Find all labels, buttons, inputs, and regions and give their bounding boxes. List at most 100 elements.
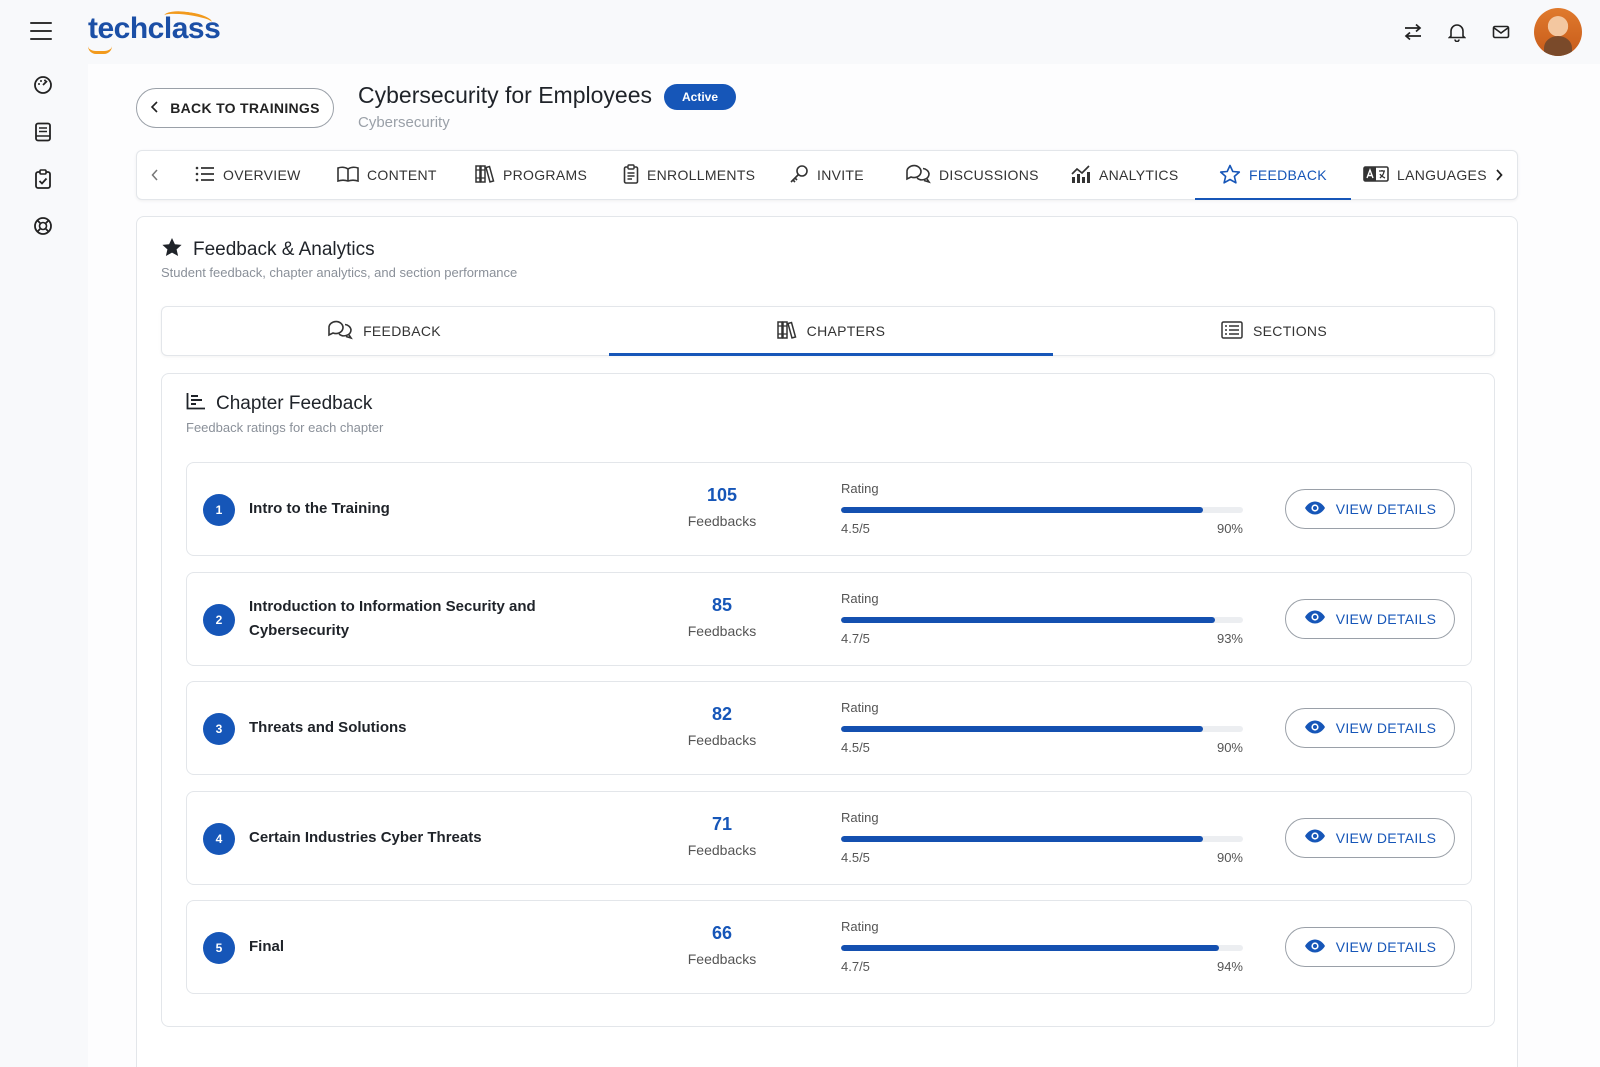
feedback-analytics-panel: Feedback & Analytics Student feedback, c…	[136, 216, 1518, 1067]
panel-title: Feedback & Analytics	[161, 237, 375, 263]
key-icon	[789, 164, 809, 187]
chapter-row: 2 Introduction to Information Security an…	[186, 571, 1472, 666]
rating-label: Rating	[841, 481, 879, 496]
rating-progress-bar	[841, 835, 1243, 842]
avatar[interactable]	[1534, 8, 1582, 56]
tab-label: CONTENT	[367, 167, 437, 183]
rating-value: 4.7/5	[841, 630, 870, 646]
tab-label: OVERVIEW	[223, 167, 301, 183]
subtab-sections[interactable]: SECTIONS	[1052, 307, 1496, 355]
eye-icon	[1304, 829, 1326, 846]
sub-tabs: FEEDBACK CHAPTERS SECTIONS	[161, 306, 1495, 356]
chapter-name: Threats and Solutions	[249, 682, 589, 774]
view-details-button[interactable]: VIEW DETAILS	[1285, 927, 1455, 967]
chat-icon	[905, 164, 931, 187]
rating-percent: 93%	[1216, 630, 1243, 646]
rating-label: Rating	[841, 809, 879, 825]
chapter-number-badge: 1	[203, 494, 235, 526]
feedback-count: 66	[711, 923, 733, 943]
rating-value: 4.5/5	[841, 521, 870, 536]
chapter-name: Final	[249, 901, 589, 993]
rating-progress-fill	[841, 726, 1203, 732]
tab-languages[interactable]: LANGUAGES	[1363, 151, 1487, 199]
tab-overview[interactable]: OVERVIEW	[195, 151, 301, 199]
subtab-feedback[interactable]: FEEDBACK	[162, 307, 606, 355]
list-box-icon	[1221, 320, 1243, 342]
tab-programs[interactable]: PROGRAMS	[475, 151, 587, 199]
tab-analytics[interactable]: ANALYTICS	[1071, 151, 1178, 199]
logo-swoosh	[88, 46, 112, 54]
rating-progress-fill	[841, 835, 1203, 842]
open-book-icon	[337, 166, 359, 185]
tab-label: LANGUAGES	[1397, 167, 1487, 183]
subtab-label: CHAPTERS	[806, 323, 886, 339]
chevron-right-icon[interactable]	[1489, 165, 1509, 185]
feedback-count: 71	[711, 813, 733, 834]
chapter-name: Certain Industries Cyber Threats	[249, 792, 589, 884]
feedback-count: 105	[706, 485, 738, 505]
bar-list-icon	[186, 392, 206, 416]
chapter-number-badge: 2	[203, 603, 235, 636]
tab-invite[interactable]: INVITE	[789, 151, 864, 199]
tab-feedback[interactable]: FEEDBACK	[1195, 151, 1351, 200]
panel-title-text: Feedback & Analytics	[193, 239, 375, 260]
view-details-button[interactable]: VIEW DETAILS	[1285, 817, 1455, 858]
mail-icon[interactable]	[1490, 21, 1512, 43]
dashboard-icon[interactable]	[32, 74, 54, 96]
logo[interactable]: techclass	[88, 8, 221, 54]
bell-icon[interactable]	[1446, 21, 1468, 43]
chapter-name: Intro to the Training	[249, 463, 589, 555]
rating-progress-bar	[841, 616, 1243, 623]
tab-discussions[interactable]: DISCUSSIONS	[905, 151, 1039, 199]
view-details-label: VIEW DETAILS	[1335, 829, 1437, 846]
rating-progress-bar	[841, 945, 1243, 951]
chat-icon	[327, 320, 353, 343]
chapter-name-text: Intro to the Training	[249, 500, 390, 517]
tab-content[interactable]: CONTENT	[337, 151, 437, 199]
page-title: Cybersecurity for Employees	[358, 82, 652, 108]
view-details-label: VIEW DETAILS	[1335, 501, 1437, 517]
rating-label: Rating	[841, 590, 879, 606]
tab-label: ANALYTICS	[1099, 167, 1179, 183]
view-details-label: VIEW DETAILS	[1335, 939, 1437, 955]
star-outline-icon	[1219, 164, 1241, 187]
chapter-feedback-card: Chapter Feedback Feedback ratings for ea…	[161, 373, 1495, 1027]
view-details-button[interactable]: VIEW DETAILS	[1285, 598, 1455, 639]
chevron-left-icon[interactable]	[145, 165, 165, 185]
hamburger-icon[interactable]	[30, 22, 52, 40]
feedback-count-label: Feedbacks	[687, 841, 757, 858]
back-to-trainings-button[interactable]: BACK TO TRAININGS	[136, 88, 334, 128]
chapter-row: 5 Final 66 Feedbacks Rating 4.7/5 94% VIEW DETA…	[186, 900, 1472, 994]
eye-icon	[1304, 610, 1326, 627]
rating-value: 4.5/5	[841, 849, 870, 865]
rating-progress-fill	[841, 945, 1219, 951]
rating-label: Rating	[841, 700, 879, 715]
rating-percent: 90%	[1216, 740, 1243, 755]
subtab-label: SECTIONS	[1253, 323, 1327, 339]
chapter-row: 3 Threats and Solutions 82 Feedbacks Rating 4…	[186, 681, 1472, 775]
rating-value: 4.7/5	[841, 959, 870, 974]
chapter-row: 1 Intro to the Training 105 Feedbacks Rating…	[186, 462, 1472, 556]
view-details-button[interactable]: VIEW DETAILS	[1285, 708, 1455, 748]
list-icon	[195, 166, 215, 185]
rating-percent: 94%	[1216, 959, 1243, 974]
rating-progress-fill	[841, 507, 1203, 513]
feedback-count-label: Feedbacks	[687, 732, 757, 748]
tab-enrollments[interactable]: ENROLLMENTS	[623, 151, 755, 199]
main-content: BACK TO TRAININGS Cybersecurity for Empl…	[88, 64, 1600, 1067]
lifebuoy-icon[interactable]	[32, 215, 54, 237]
view-details-label: VIEW DETAILS	[1335, 610, 1437, 627]
chapter-name-text: Certain Industries Cyber Threats	[249, 828, 482, 846]
chevron-left-icon	[150, 100, 160, 116]
chapter-feedback-title: Chapter Feedback	[186, 392, 372, 416]
clipboard-check-icon[interactable]	[32, 168, 54, 190]
eye-icon	[1304, 501, 1326, 518]
swap-icon[interactable]	[1402, 21, 1424, 43]
panel-subtitle: Student feedback, chapter analytics, and…	[161, 265, 518, 280]
book-icon[interactable]	[32, 121, 54, 143]
chapter-name: Introduction to Information Security and…	[249, 573, 589, 665]
view-details-label: VIEW DETAILS	[1335, 720, 1437, 736]
subtab-chapters[interactable]: CHAPTERS	[609, 307, 1053, 356]
view-details-button[interactable]: VIEW DETAILS	[1285, 489, 1455, 529]
rating-value: 4.5/5	[841, 740, 870, 755]
